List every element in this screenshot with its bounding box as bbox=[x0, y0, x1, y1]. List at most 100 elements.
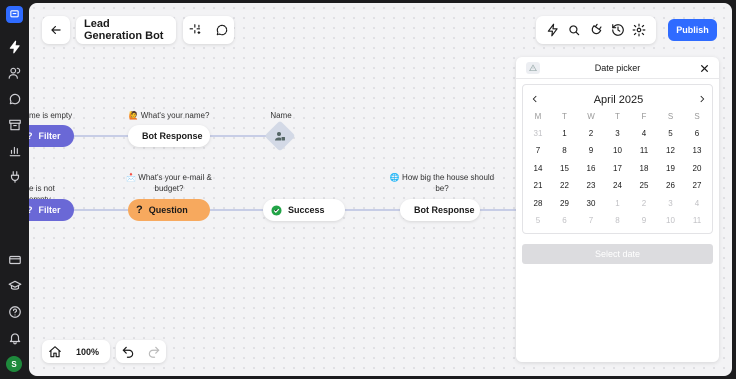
left-rail: S bbox=[0, 0, 29, 379]
calendar-day[interactable]: 2 bbox=[580, 129, 602, 138]
calendar-day[interactable]: 28 bbox=[527, 199, 549, 208]
calendar-day[interactable]: 2 bbox=[633, 199, 655, 208]
calendar-day[interactable]: 26 bbox=[660, 181, 682, 190]
bot-title[interactable]: Lead Generation Bot bbox=[76, 16, 176, 44]
calendar-day[interactable]: 31 bbox=[527, 129, 549, 138]
calendar-day[interactable]: 8 bbox=[607, 216, 629, 225]
app-frame: S Lead Generation Bot Publish me is empt… bbox=[0, 0, 736, 379]
weekday-label: S bbox=[667, 112, 674, 121]
calendar-day[interactable]: 24 bbox=[607, 181, 629, 190]
history-controls bbox=[116, 340, 166, 363]
integrations-icon[interactable] bbox=[6, 168, 23, 185]
filter-node[interactable]: ? Filter bbox=[29, 199, 74, 221]
filter-caption: me is empty bbox=[29, 111, 73, 120]
calendar-day[interactable]: 5 bbox=[527, 216, 549, 225]
calendar-day[interactable]: 15 bbox=[554, 164, 576, 173]
edge bbox=[73, 135, 133, 137]
edge bbox=[479, 209, 517, 211]
calendar-day[interactable]: 6 bbox=[686, 129, 708, 138]
app-logo-icon[interactable] bbox=[6, 6, 23, 23]
inbox-icon[interactable] bbox=[6, 116, 23, 133]
bot-response-label: Bot Response bbox=[414, 205, 475, 215]
publish-button[interactable]: Publish bbox=[668, 19, 717, 41]
analytics-icon[interactable] bbox=[6, 142, 23, 159]
calendar-day[interactable]: 7 bbox=[527, 146, 549, 155]
bot-response-caption-line: be? bbox=[435, 184, 449, 193]
question-node[interactable]: ? Question bbox=[128, 199, 210, 221]
calendar-day[interactable]: 21 bbox=[527, 181, 549, 190]
users-icon[interactable] bbox=[6, 64, 23, 81]
calendar-day[interactable]: 20 bbox=[686, 164, 708, 173]
calendar-day[interactable]: 5 bbox=[660, 129, 682, 138]
weekday-label: W bbox=[587, 112, 595, 121]
help-icon[interactable] bbox=[6, 303, 23, 320]
calendar-day[interactable]: 10 bbox=[607, 146, 629, 155]
gear-icon[interactable] bbox=[632, 23, 646, 37]
flow-canvas[interactable]: Lead Generation Bot Publish me is empty … bbox=[29, 3, 732, 376]
calendar-day[interactable]: 7 bbox=[580, 216, 602, 225]
calendar-day[interactable]: 4 bbox=[633, 129, 655, 138]
calendar-day[interactable]: 8 bbox=[554, 146, 576, 155]
calendar-day[interactable]: 1 bbox=[607, 199, 629, 208]
edge bbox=[73, 209, 133, 211]
user-avatar[interactable]: S bbox=[6, 356, 22, 372]
history-icon[interactable] bbox=[611, 23, 625, 37]
notifications-icon[interactable] bbox=[6, 329, 23, 346]
bot-response-caption: 🌐 How big the house should be? bbox=[384, 172, 500, 194]
calendar-day[interactable]: 12 bbox=[660, 146, 682, 155]
academy-icon[interactable] bbox=[6, 277, 23, 294]
calendar-day[interactable]: 3 bbox=[607, 129, 629, 138]
calendar-day[interactable]: 19 bbox=[660, 164, 682, 173]
close-icon[interactable] bbox=[698, 62, 710, 74]
calendar-day[interactable]: 18 bbox=[633, 164, 655, 173]
calendar-day[interactable]: 11 bbox=[686, 216, 708, 225]
filter-node[interactable]: ? Filter bbox=[29, 125, 74, 147]
chevron-right-icon bbox=[700, 95, 705, 103]
calendar-day[interactable]: 9 bbox=[633, 216, 655, 225]
plug-icon[interactable] bbox=[589, 23, 603, 37]
edge bbox=[344, 209, 400, 211]
calendar-day[interactable]: 10 bbox=[660, 216, 682, 225]
success-node-label: Success bbox=[288, 205, 325, 215]
workflow-icon[interactable] bbox=[6, 38, 23, 55]
calendar-day[interactable]: 13 bbox=[686, 146, 708, 155]
success-node[interactable]: Success bbox=[263, 199, 345, 221]
calendar-day[interactable]: 23 bbox=[580, 181, 602, 190]
calendar-day[interactable]: 6 bbox=[554, 216, 576, 225]
edge bbox=[209, 135, 269, 137]
question-mark-icon: ? bbox=[29, 205, 33, 215]
calendar-day[interactable]: 25 bbox=[633, 181, 655, 190]
calendar-day[interactable]: 29 bbox=[554, 199, 576, 208]
calendar-day[interactable]: 30 bbox=[580, 199, 602, 208]
sparkles-icon[interactable] bbox=[189, 23, 203, 37]
back-button[interactable] bbox=[42, 16, 70, 44]
edge bbox=[209, 209, 269, 211]
calendar-day[interactable]: 9 bbox=[580, 146, 602, 155]
calendar-day[interactable]: 11 bbox=[633, 146, 655, 155]
calendar-day[interactable]: 4 bbox=[686, 199, 708, 208]
arrow-left-icon bbox=[51, 25, 61, 35]
redo-icon[interactable] bbox=[147, 345, 161, 359]
next-month-button[interactable] bbox=[694, 91, 710, 107]
home-icon[interactable] bbox=[48, 345, 62, 359]
calendar-day[interactable]: 22 bbox=[554, 181, 576, 190]
calendar-day[interactable]: 14 bbox=[527, 164, 549, 173]
bot-response-node[interactable]: Bot Response bbox=[128, 125, 210, 147]
name-node-caption: Name bbox=[270, 111, 292, 120]
undo-icon[interactable] bbox=[121, 345, 135, 359]
select-date-button[interactable]: Select date bbox=[522, 244, 713, 264]
chat-preview-icon[interactable] bbox=[215, 23, 229, 37]
question-mark-icon: ? bbox=[136, 204, 143, 216]
lightning-icon[interactable] bbox=[546, 23, 560, 37]
calendar-day[interactable]: 3 bbox=[660, 199, 682, 208]
search-icon[interactable] bbox=[567, 23, 581, 37]
calendar-day[interactable]: 27 bbox=[686, 181, 708, 190]
weekday-label: T bbox=[562, 112, 567, 121]
bot-response-node[interactable]: Bot Response bbox=[400, 199, 480, 221]
calendar-day[interactable]: 1 bbox=[554, 129, 576, 138]
chat-icon[interactable] bbox=[6, 90, 23, 107]
calendar-day[interactable]: 17 bbox=[607, 164, 629, 173]
zoom-level[interactable]: 100% bbox=[76, 347, 99, 357]
billing-icon[interactable] bbox=[6, 251, 23, 268]
calendar-day[interactable]: 16 bbox=[580, 164, 602, 173]
